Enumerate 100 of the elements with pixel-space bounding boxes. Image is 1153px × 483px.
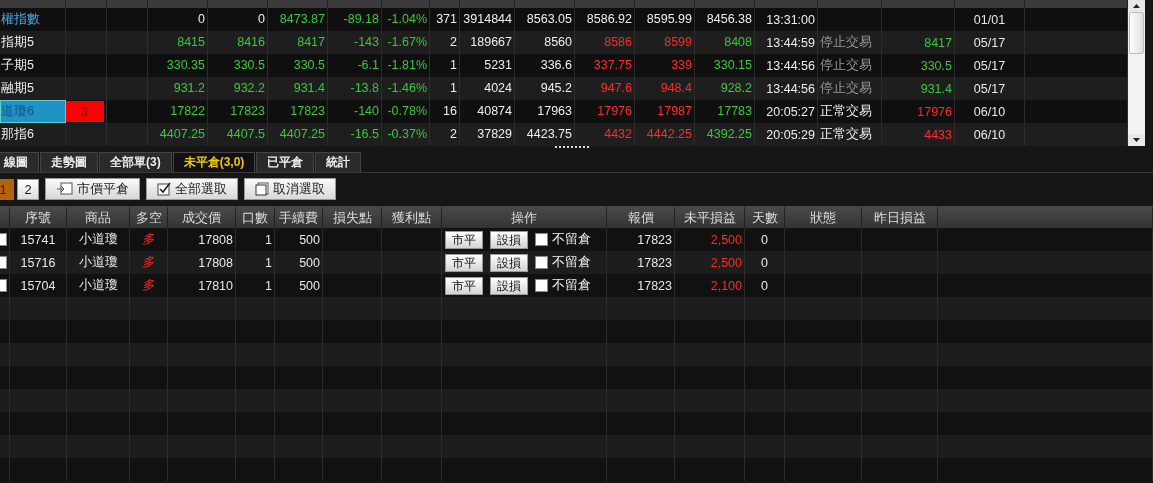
quote-cell: 0 [198, 13, 205, 26]
quote-cell: -140 [353, 105, 379, 118]
quote-cell: 17822 [170, 105, 205, 118]
quote-cell: 8473.87 [279, 13, 325, 26]
pages-icon [255, 182, 269, 196]
quote-cell: 337.75 [593, 59, 632, 72]
quote-cell: 330.35 [166, 59, 205, 72]
checkbox[interactable] [535, 279, 548, 292]
quote-cell: 1 [450, 59, 457, 72]
quote-cell: -16.5 [350, 128, 379, 141]
quote-cell: 4392.25 [706, 128, 752, 141]
checkbox-label: 不留倉 [552, 277, 591, 294]
quote-cell: 931.4 [293, 82, 325, 95]
quote-cell: 8417 [924, 35, 952, 50]
quote-cell: 945.2 [540, 82, 572, 95]
action-button[interactable]: 全部選取 [146, 178, 238, 200]
quote-cell: -13.8 [350, 82, 379, 95]
status-cell: 正常交易 [820, 103, 872, 120]
symbol-cell[interactable]: 那指6 [0, 123, 66, 146]
quote-cell: 1 [450, 82, 457, 95]
quote-cell: 37829 [477, 128, 512, 141]
quote-cell: 8560 [544, 36, 572, 49]
quote-cell: 8456.38 [706, 13, 752, 26]
close-position-button[interactable]: 市平 [445, 276, 483, 295]
quote-cell: 330.15 [713, 59, 752, 72]
quote-cell: 189667 [470, 36, 512, 49]
quote-cell: -143 [353, 36, 379, 49]
quote-cell: 931.2 [173, 82, 205, 95]
quote-cell: 336.6 [540, 59, 572, 72]
scroll-down-icon[interactable] [1133, 138, 1140, 142]
quote-cell: 4024 [484, 82, 512, 95]
set-stop-button[interactable]: 設損 [490, 230, 528, 249]
page-button[interactable]: 2 [17, 178, 39, 200]
quote-cell: 8599 [664, 36, 692, 49]
scrollbar[interactable] [1128, 0, 1145, 146]
quote-cell: 8595.99 [646, 13, 692, 26]
quote-cell: 17823 [230, 105, 265, 118]
scroll-up-icon[interactable] [1133, 4, 1140, 8]
time-cell: 20:05:29 [755, 123, 818, 146]
quote-cell: -0.78% [387, 105, 427, 118]
status-cell: 正常交易 [820, 126, 872, 143]
quote-cell: 4432 [604, 128, 632, 141]
date-cell: 06/10 [955, 123, 1025, 146]
quote-cell: -1.67% [387, 36, 427, 49]
set-stop-button[interactable]: 設損 [490, 253, 528, 272]
quote-cell: 928.2 [720, 82, 752, 95]
quote-cell: 17987 [657, 105, 692, 118]
quote-cell: 371 [436, 13, 457, 26]
checkbox[interactable] [535, 233, 548, 246]
quote-cell: 4407.25 [159, 128, 205, 141]
arrow-into-box-icon [56, 182, 73, 196]
checkbox-label: 不留倉 [552, 254, 591, 271]
tab[interactable]: 已平倉 [256, 152, 315, 172]
action-button[interactable]: 取消選取 [244, 178, 336, 200]
status-cell: 停止交易 [820, 57, 872, 74]
quote-cell: 330.5 [920, 58, 952, 73]
quote-cell: 2 [450, 128, 457, 141]
quote-cell: 0 [258, 13, 265, 26]
quote-cell: -1.04% [387, 13, 427, 26]
quote-cell: -89.18 [343, 13, 379, 26]
action-button[interactable]: 市價平倉 [45, 178, 140, 200]
splitter-handle-icon[interactable] [554, 146, 589, 148]
quote-cell: 330.5 [233, 59, 265, 72]
order-count-badge: 3 [66, 101, 104, 122]
page-button[interactable]: 1 [0, 178, 14, 200]
quote-cell: 17823 [290, 105, 325, 118]
checkbox-tick-icon [157, 182, 171, 196]
quote-cell: 4423.75 [526, 128, 572, 141]
quote-cell: 8586 [604, 36, 632, 49]
quote-cell: 17976 [917, 104, 952, 119]
quote-cell: 947.6 [600, 82, 632, 95]
close-position-button[interactable]: 市平 [445, 230, 483, 249]
set-stop-button[interactable]: 設損 [490, 276, 528, 295]
quote-cell: -0.37% [387, 128, 427, 141]
quote-cell: 932.2 [233, 82, 265, 95]
tab[interactable]: 全部單(3) [99, 152, 172, 172]
quote-cell: 3914844 [463, 13, 512, 26]
quote-cell: 4433 [924, 127, 952, 142]
quote-cell: -6.1 [357, 59, 379, 72]
checkbox[interactable] [535, 256, 548, 269]
quote-cell: 5231 [484, 59, 512, 72]
quote-cell: 17963 [537, 105, 572, 118]
quote-cell: 2 [450, 36, 457, 49]
quote-cell: 948.4 [660, 82, 692, 95]
quote-cell: 4407.5 [226, 128, 265, 141]
tab[interactable]: 未平倉(3,0) [172, 152, 256, 172]
quote-cell: 330.5 [293, 59, 325, 72]
quote-cell: 339 [671, 59, 692, 72]
quote-cell: 4407.25 [279, 128, 325, 141]
quote-cell: 17783 [717, 105, 752, 118]
quote-cell: 8415 [177, 36, 205, 49]
quote-cell: 16 [443, 105, 457, 118]
checkbox-label: 不留倉 [552, 231, 591, 248]
status-cell: 停止交易 [820, 34, 872, 51]
tab[interactable]: 走勢圖 [40, 152, 98, 172]
quote-cell: 8417 [297, 36, 325, 49]
scroll-thumb[interactable] [1129, 12, 1144, 54]
tab[interactable]: 統計 [315, 152, 362, 172]
close-position-button[interactable]: 市平 [445, 253, 483, 272]
tab[interactable]: 線圖 [0, 152, 39, 172]
